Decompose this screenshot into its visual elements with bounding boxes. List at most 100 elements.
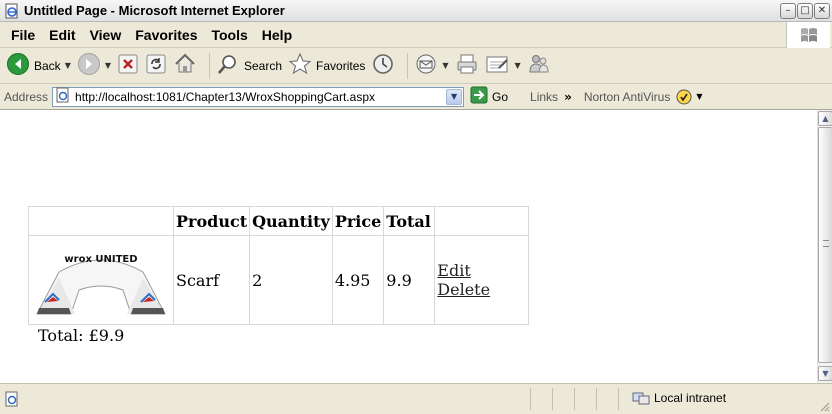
favorites-button[interactable]: Favorites xyxy=(288,51,365,81)
status-panels xyxy=(530,388,640,410)
search-label: Search xyxy=(244,58,283,73)
address-dropdown-icon[interactable]: ▼ xyxy=(446,88,463,105)
minimize-button[interactable]: – xyxy=(780,3,796,19)
standard-toolbar: Back ▼ ▼ Search Favorites ▼ ▼ xyxy=(0,48,832,84)
home-icon xyxy=(173,52,197,79)
resize-grip-icon[interactable] xyxy=(818,400,830,412)
close-button[interactable]: ✕ xyxy=(814,3,830,19)
messenger-icon xyxy=(527,52,551,79)
back-button[interactable]: Back ▼ xyxy=(6,51,71,81)
forward-arrow-icon xyxy=(77,52,101,79)
norton-antivirus-label[interactable]: Norton AntiVirus xyxy=(584,90,671,104)
vertical-scrollbar[interactable]: ▲ ▼ xyxy=(817,110,832,383)
messenger-button[interactable] xyxy=(527,51,551,81)
menu-bar: File Edit View Favorites Tools Help xyxy=(0,22,832,48)
table-row: wrox UNITED Scarf 2 4.95 9.9 Edit Delete xyxy=(28,235,530,325)
print-button[interactable] xyxy=(455,51,479,81)
status-panel xyxy=(530,388,552,410)
status-panel xyxy=(574,388,596,410)
toolbar-separator xyxy=(209,52,210,79)
scroll-thumb[interactable] xyxy=(818,127,832,363)
mail-icon xyxy=(414,52,438,79)
menu-favorites[interactable]: Favorites xyxy=(128,27,204,43)
norton-dropdown-icon[interactable]: ▼ xyxy=(696,92,702,101)
menu-tools[interactable]: Tools xyxy=(204,27,254,43)
edit-button[interactable]: ▼ xyxy=(485,51,521,81)
shopping-cart-table: Product Quantity Price Total wrox UNITED xyxy=(28,206,530,325)
delete-link[interactable]: Delete xyxy=(437,280,490,299)
ie-page-icon xyxy=(4,3,20,19)
back-arrow-icon xyxy=(6,52,30,79)
refresh-button[interactable] xyxy=(145,51,167,81)
cart-grand-total: Total: £9.9 xyxy=(38,326,125,345)
title-bar: Untitled Page - Microsoft Internet Explo… xyxy=(0,0,832,22)
scroll-grip-icon xyxy=(823,240,829,247)
back-dropdown-icon[interactable]: ▼ xyxy=(65,61,71,70)
header-price: Price xyxy=(331,206,385,236)
search-button[interactable]: Search xyxy=(216,51,282,81)
product-name: Scarf xyxy=(172,235,251,325)
security-zone: Local intranet xyxy=(632,390,726,406)
toolbar-separator xyxy=(407,52,409,79)
maximize-button[interactable]: □ xyxy=(797,3,813,19)
header-quantity: Quantity xyxy=(249,206,333,236)
links-label[interactable]: Links xyxy=(530,90,558,104)
stop-button[interactable] xyxy=(117,51,139,81)
window-controls: – □ ✕ xyxy=(780,3,830,19)
refresh-icon xyxy=(145,53,167,78)
header-image xyxy=(28,206,174,236)
menu-help[interactable]: Help xyxy=(255,27,299,43)
row-actions: Edit Delete xyxy=(434,235,530,325)
stop-icon xyxy=(117,53,139,78)
product-image-cell: wrox UNITED xyxy=(28,235,174,325)
product-price: 4.95 xyxy=(331,235,385,325)
home-button[interactable] xyxy=(173,51,197,81)
status-panel xyxy=(552,388,574,410)
favorites-label: Favorites xyxy=(316,58,366,73)
edit-link[interactable]: Edit xyxy=(437,261,470,280)
header-actions xyxy=(434,206,530,236)
table-header-row: Product Quantity Price Total xyxy=(28,206,530,236)
norton-icon[interactable] xyxy=(676,89,692,105)
scroll-down-button[interactable]: ▼ xyxy=(818,366,832,381)
history-icon xyxy=(371,52,395,79)
back-label: Back xyxy=(34,58,61,73)
windows-logo-icon xyxy=(786,22,830,48)
scarf-product-image: wrox UNITED xyxy=(36,254,166,315)
forward-button[interactable]: ▼ xyxy=(77,51,111,81)
status-bar: Local intranet xyxy=(0,383,832,414)
status-panel xyxy=(596,388,618,410)
print-icon xyxy=(455,52,479,79)
edit-icon xyxy=(485,52,511,79)
edit-dropdown-icon[interactable]: ▼ xyxy=(515,61,521,70)
go-label: Go xyxy=(492,89,509,104)
status-page-icon xyxy=(4,391,20,407)
menu-edit[interactable]: Edit xyxy=(42,27,82,43)
address-bar: Address http://localhost:1081/Chapter13/… xyxy=(0,84,832,110)
forward-dropdown-icon[interactable]: ▼ xyxy=(105,61,111,70)
header-product: Product xyxy=(172,206,251,236)
local-intranet-icon xyxy=(632,390,650,406)
product-quantity: 2 xyxy=(249,235,333,325)
search-icon xyxy=(216,52,240,79)
page-icon xyxy=(55,87,71,106)
go-button[interactable]: Go xyxy=(470,86,508,107)
address-input[interactable]: http://localhost:1081/Chapter13/WroxShop… xyxy=(52,86,465,107)
mail-button[interactable]: ▼ xyxy=(414,51,449,81)
zone-label: Local intranet xyxy=(654,391,727,405)
menu-file[interactable]: File xyxy=(4,27,42,43)
product-total: 9.9 xyxy=(383,235,436,325)
favorites-star-icon xyxy=(288,52,312,79)
address-label: Address xyxy=(4,89,49,104)
scarf-brand-text: wrox UNITED xyxy=(64,254,137,265)
scroll-up-button[interactable]: ▲ xyxy=(818,111,832,126)
links-chevron-icon[interactable]: » xyxy=(564,90,572,104)
address-url: http://localhost:1081/Chapter13/WroxShop… xyxy=(75,89,375,104)
menu-view[interactable]: View xyxy=(83,27,129,43)
history-button[interactable] xyxy=(371,51,395,81)
mail-dropdown-icon[interactable]: ▼ xyxy=(442,61,448,70)
window-title: Untitled Page - Microsoft Internet Explo… xyxy=(24,3,285,18)
header-total: Total xyxy=(383,206,436,236)
go-arrow-icon xyxy=(470,86,488,107)
page-content: Product Quantity Price Total wrox UNITED xyxy=(0,110,817,383)
